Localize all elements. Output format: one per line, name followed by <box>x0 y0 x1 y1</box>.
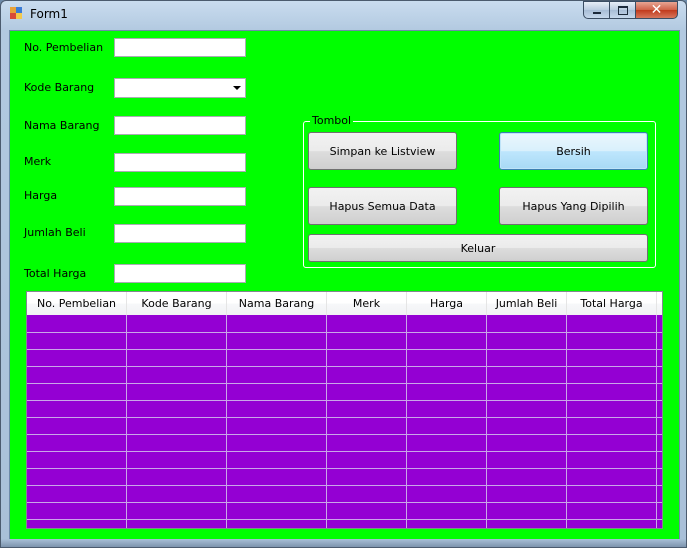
close-button[interactable]: ✕ <box>635 1 678 19</box>
grid-column-line <box>656 315 657 528</box>
close-icon: ✕ <box>650 2 663 18</box>
column-header-nama-barang[interactable]: Nama Barang <box>227 292 327 315</box>
label-nama-barang: Nama Barang <box>24 119 100 132</box>
column-header-harga[interactable]: Harga <box>407 292 487 315</box>
column-header-total-harga[interactable]: Total Harga <box>567 292 657 315</box>
listview-grid <box>27 315 662 528</box>
hapus-semua-data-button[interactable]: Hapus Semua Data <box>308 187 457 225</box>
window-title: Form1 <box>30 7 68 21</box>
app-icon[interactable] <box>10 7 23 20</box>
column-header-filler <box>657 292 662 315</box>
kode-barang-combobox[interactable] <box>114 78 246 98</box>
hapus-yang-dipilih-button[interactable]: Hapus Yang Dipilih <box>499 187 648 225</box>
column-header-kode-barang[interactable]: Kode Barang <box>127 292 227 315</box>
groupbox-title: Tombol <box>310 114 354 127</box>
grid-column-line <box>226 315 227 528</box>
label-merk: Merk <box>24 155 52 168</box>
grid-column-line <box>326 315 327 528</box>
total-harga-input[interactable] <box>114 264 246 283</box>
merk-input[interactable] <box>114 153 246 172</box>
harga-input[interactable] <box>114 187 246 206</box>
form1-window: Form1 ✕ No. Pembelian Kode Barang Nama B… <box>0 0 687 548</box>
bersih-button[interactable]: Bersih <box>499 132 648 170</box>
minimize-icon <box>592 12 601 14</box>
maximize-button[interactable] <box>609 1 635 19</box>
column-header-no-pembelian[interactable]: No. Pembelian <box>27 292 127 315</box>
label-harga: Harga <box>24 189 58 202</box>
maximize-icon <box>617 5 628 15</box>
label-kode-barang: Kode Barang <box>24 81 95 94</box>
nama-barang-input[interactable] <box>114 116 246 135</box>
column-header-merk[interactable]: Merk <box>327 292 407 315</box>
grid-column-line <box>406 315 407 528</box>
tombol-groupbox: Tombol Simpan ke Listview Bersih Hapus S… <box>303 114 656 268</box>
label-total-harga: Total Harga <box>24 267 87 280</box>
title-bar[interactable]: Form1 ✕ <box>1 1 686 27</box>
grid-column-line <box>126 315 127 528</box>
window-bottom-border <box>1 539 686 547</box>
form-client-area: No. Pembelian Kode Barang Nama Barang Me… <box>9 30 680 541</box>
dropdown-arrow-icon[interactable] <box>233 86 241 90</box>
column-header-jumlah-beli[interactable]: Jumlah Beli <box>487 292 567 315</box>
jumlah-beli-input[interactable] <box>114 224 246 243</box>
listview-header: No. Pembelian Kode Barang Nama Barang Me… <box>27 292 662 315</box>
window-controls: ✕ <box>583 1 678 20</box>
simpan-ke-listview-button[interactable]: Simpan ke Listview <box>308 132 457 170</box>
grid-column-line <box>486 315 487 528</box>
minimize-button[interactable] <box>583 1 609 19</box>
label-no-pembelian: No. Pembelian <box>24 41 104 54</box>
grid-column-line <box>566 315 567 528</box>
pembelian-listview[interactable]: No. Pembelian Kode Barang Nama Barang Me… <box>26 291 663 529</box>
keluar-button[interactable]: Keluar <box>308 234 648 262</box>
no-pembelian-input[interactable] <box>114 38 246 57</box>
label-jumlah-beli: Jumlah Beli <box>24 226 86 239</box>
